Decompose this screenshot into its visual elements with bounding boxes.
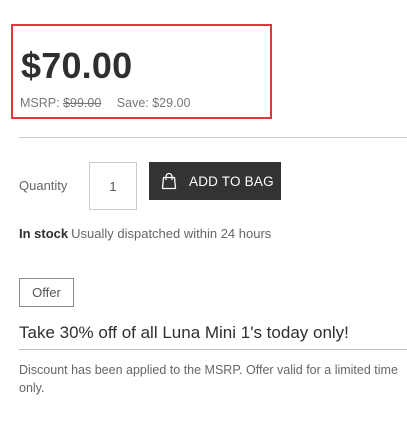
save-amount: Save: $29.00 xyxy=(116,96,191,110)
product-price: $70.00 xyxy=(21,45,133,86)
offer-title: Take 30% off of all Luna Mini 1's today … xyxy=(19,323,349,342)
msrp-label: MSRP: xyxy=(20,96,60,110)
stock-status-label: In stock xyxy=(19,226,69,241)
offer-badge: Offer xyxy=(19,278,74,307)
add-to-bag-label: ADD TO BAG xyxy=(189,173,274,189)
shopping-bag-icon xyxy=(160,172,178,190)
quantity-input[interactable] xyxy=(89,162,137,210)
section-divider xyxy=(19,137,407,138)
msrp-value: $99.00 xyxy=(63,96,102,110)
msrp-line: MSRP: $99.00 Save: $29.00 xyxy=(20,95,190,111)
offer-divider xyxy=(19,349,407,350)
offer-description: Discount has been applied to the MSRP. O… xyxy=(19,363,398,395)
stock-status: In stock Usually dispatched within 24 hou… xyxy=(19,226,271,242)
quantity-label: Quantity xyxy=(19,178,68,193)
dispatch-note: Usually dispatched within 24 hours xyxy=(71,226,272,241)
add-to-bag-button[interactable]: ADD TO BAG xyxy=(149,162,281,200)
price-highlight-box: $70.00 MSRP: $99.00 Save: $29.00 xyxy=(11,24,272,119)
